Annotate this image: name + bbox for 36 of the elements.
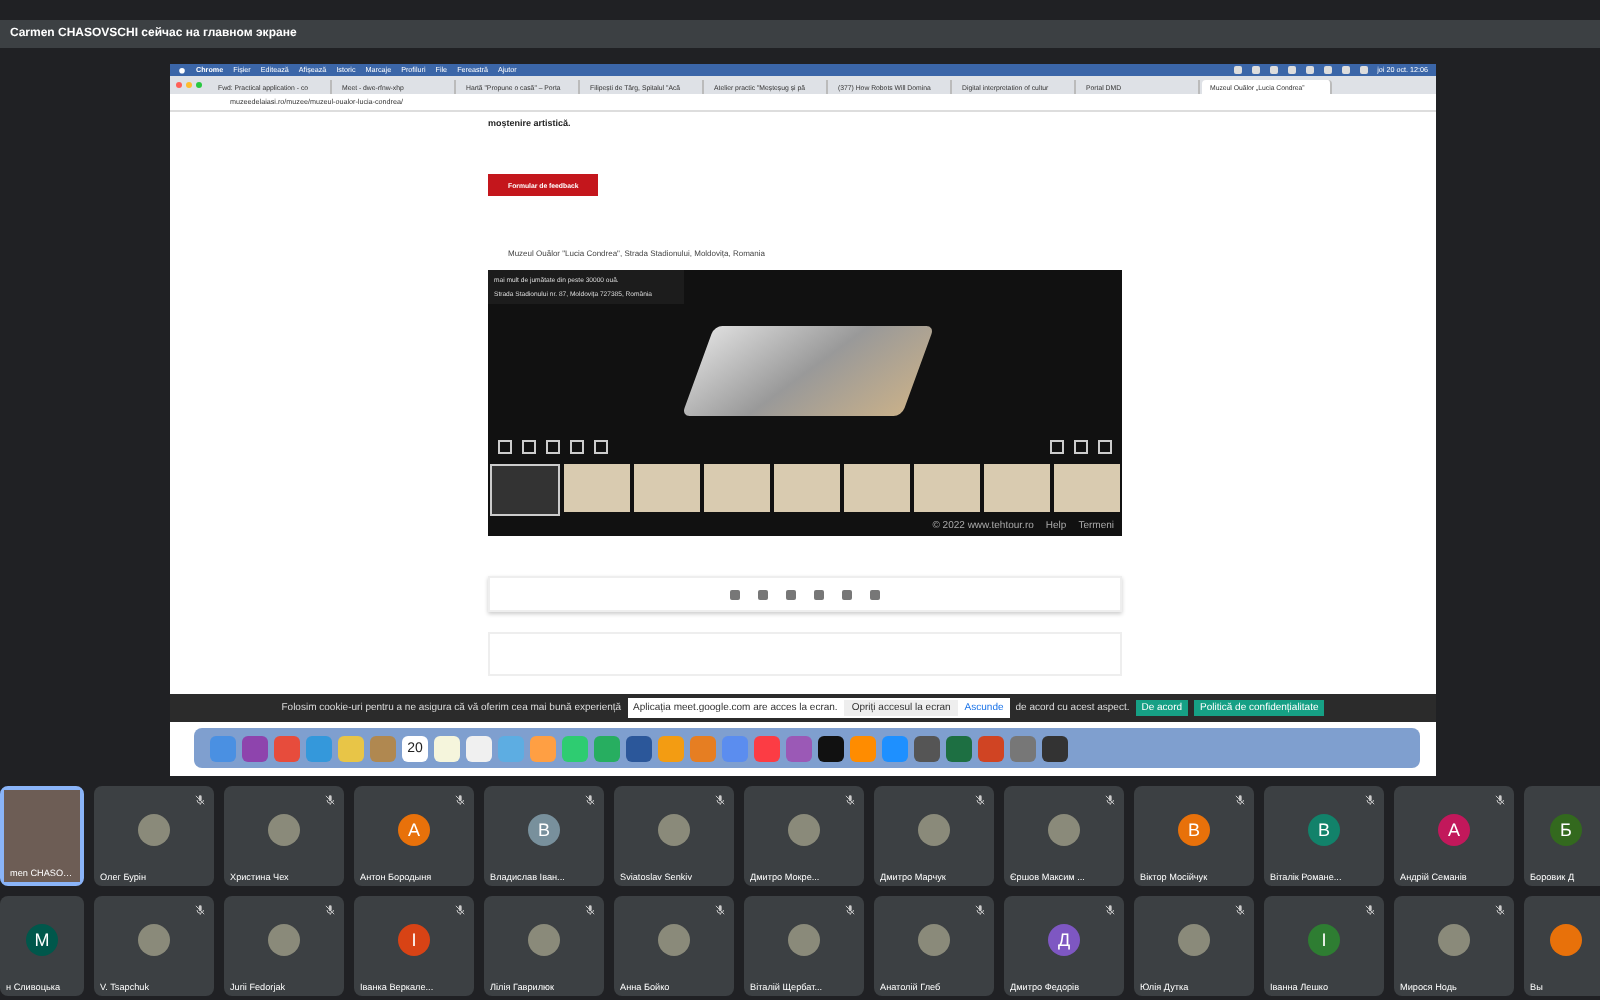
- avatar: І: [1308, 924, 1340, 956]
- window-controls-icon[interactable]: [176, 82, 202, 88]
- app-icon[interactable]: [1042, 735, 1068, 761]
- avatar: В: [1308, 814, 1340, 846]
- share-icon[interactable]: [758, 589, 768, 599]
- share-icon[interactable]: [870, 589, 880, 599]
- share-icon[interactable]: [814, 589, 824, 599]
- avatar: Б: [1550, 814, 1582, 846]
- share-icon[interactable]: [786, 589, 796, 599]
- share-icon[interactable]: [730, 589, 740, 599]
- avatar-photo: [1438, 924, 1470, 956]
- avatar-photo: [1178, 924, 1210, 956]
- avatar: А: [398, 814, 430, 846]
- avatar: В: [528, 814, 560, 846]
- avatar-photo: [1048, 814, 1080, 846]
- avatar: М: [26, 924, 58, 956]
- avatar: А: [1438, 814, 1470, 846]
- avatar-photo: [658, 814, 690, 846]
- app-icon[interactable]: [818, 735, 844, 761]
- avatar-photo: [268, 924, 300, 956]
- avatar-photo: [788, 814, 820, 846]
- avatar-photo: [528, 924, 560, 956]
- avatar-photo: [138, 814, 170, 846]
- avatar: Д: [1048, 924, 1080, 956]
- apple-icon[interactable]: [178, 66, 186, 74]
- avatar-photo: [138, 924, 170, 956]
- photo-placeholder[interactable]: [490, 464, 560, 516]
- share-icon[interactable]: [842, 589, 852, 599]
- avatar-photo: [268, 814, 300, 846]
- avatar-photo: [658, 924, 690, 956]
- avatar: В: [1178, 814, 1210, 846]
- avatar-photo: [918, 814, 950, 846]
- video-placeholder: [4, 790, 80, 882]
- avatar: І: [398, 924, 430, 956]
- avatar-photo: [918, 924, 950, 956]
- avatar-photo: [788, 924, 820, 956]
